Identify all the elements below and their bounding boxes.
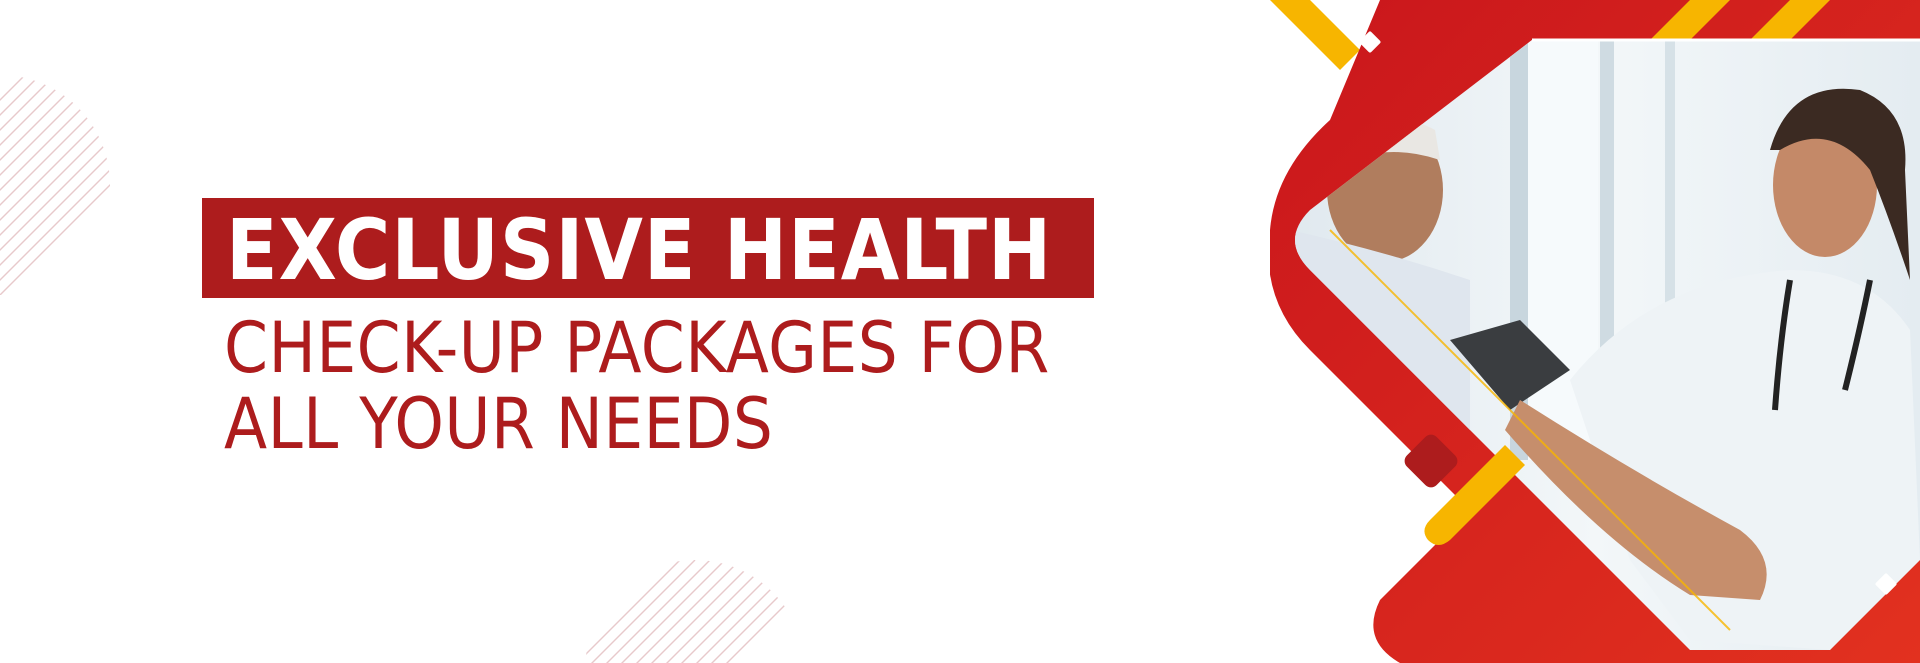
health-checkup-banner: EXCLUSIVE HEALTH CHECK-UP PACKAGES FOR A… bbox=[0, 0, 1920, 663]
yellow-stripe-top bbox=[1270, 0, 1360, 70]
hatched-circle-left-decoration bbox=[0, 75, 110, 295]
subline-line-2: ALL YOUR NEEDS bbox=[224, 383, 774, 465]
subline-line-1: CHECK-UP PACKAGES FOR bbox=[224, 307, 1050, 389]
photo-graphic-panel bbox=[1270, 0, 1920, 663]
headline-block: EXCLUSIVE HEALTH CHECK-UP PACKAGES FOR A… bbox=[202, 198, 1095, 465]
headline-box: EXCLUSIVE HEALTH bbox=[202, 198, 1095, 299]
hatched-circle-bottom-decoration bbox=[585, 560, 805, 663]
headline-title: EXCLUSIVE HEALTH bbox=[226, 201, 1053, 299]
